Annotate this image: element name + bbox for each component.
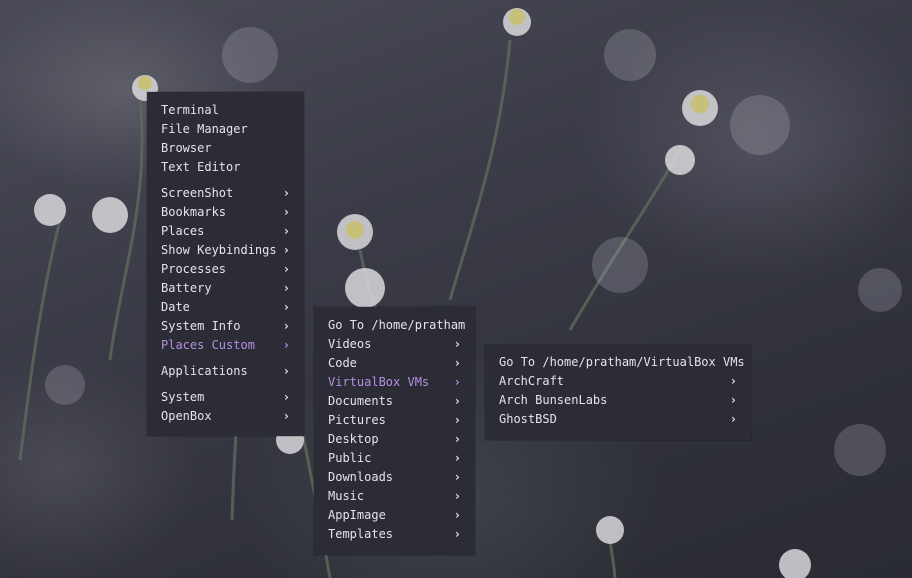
virtualbox-vms-item-archcraft[interactable]: ArchCraft › [499,372,737,391]
chevron-right-icon: › [729,374,737,388]
root-item-file-manager[interactable]: File Manager [161,120,290,139]
menu-item-label: ScreenShot [161,186,234,200]
root-item-system-info[interactable]: System Info › [161,317,290,336]
chevron-right-icon: › [282,319,290,333]
chevron-right-icon: › [282,409,290,423]
places-custom-item-go-to-home-pratham[interactable]: Go To /home/pratham [328,316,465,335]
virtualbox-vms-submenu: Go To /home/pratham/VirtualBox VMs ArchCr… [485,345,751,440]
chevron-right-icon: › [282,243,290,257]
chevron-right-icon: › [729,393,737,407]
root-item-show-keybindings[interactable]: Show Keybindings › [161,241,290,260]
root-menu: Terminal File Manager Browser Text Editor Sc… [147,92,304,436]
chevron-right-icon: › [282,364,290,378]
chevron-right-icon: › [453,394,461,408]
virtualbox-vms-item-arch-bunsenlabs[interactable]: Arch BunsenLabs › [499,391,737,410]
places-custom-item-documents[interactable]: Documents › [328,392,461,411]
menu-item-label: Bookmarks [161,205,227,219]
menu-item-label: Videos [328,337,372,351]
root-item-applications[interactable]: Applications › [161,362,290,381]
menu-item-label: Processes [161,262,227,276]
menu-item-label: VirtualBox VMs [328,375,430,389]
chevron-right-icon: › [453,337,461,351]
chevron-right-icon: › [282,281,290,295]
chevron-right-icon: › [282,300,290,314]
menu-item-label: Date [161,300,190,314]
root-item-screenshot[interactable]: ScreenShot › [161,184,290,203]
menu-item-label: System [161,390,205,404]
places-custom-item-appimage[interactable]: AppImage › [328,506,461,525]
menu-item-label: Places Custom [161,338,255,352]
chevron-right-icon: › [282,338,290,352]
places-custom-item-videos[interactable]: Videos › [328,335,461,354]
root-item-places-custom[interactable]: Places Custom › [161,336,290,355]
places-custom-item-public[interactable]: Public › [328,449,461,468]
menu-item-label: OpenBox [161,409,212,423]
virtualbox-vms-item-ghostbsd[interactable]: GhostBSD › [499,410,737,429]
chevron-right-icon: › [282,224,290,238]
menu-item-label: Templates [328,527,394,541]
root-item-processes[interactable]: Processes › [161,260,290,279]
chevron-right-icon: › [453,432,461,446]
menu-item-label: Code [328,356,357,370]
root-item-bookmarks[interactable]: Bookmarks › [161,203,290,222]
chevron-right-icon: › [282,262,290,276]
root-item-text-editor[interactable]: Text Editor [161,158,290,177]
chevron-right-icon: › [453,413,461,427]
menu-item-label: Documents [328,394,394,408]
root-item-browser[interactable]: Browser [161,139,290,158]
chevron-right-icon: › [282,390,290,404]
menu-item-label: Show Keybindings [161,243,277,257]
menu-item-label: AppImage [328,508,386,522]
menu-item-label: Terminal [161,103,219,117]
menu-item-label: Desktop [328,432,379,446]
menu-item-label: ArchCraft [499,374,565,388]
places-custom-item-virtualbox-vms[interactable]: VirtualBox VMs › [328,373,461,392]
places-custom-item-templates[interactable]: Templates › [328,525,461,544]
root-item-openbox[interactable]: OpenBox › [161,407,290,426]
menu-item-label: Pictures [328,413,386,427]
root-item-date[interactable]: Date › [161,298,290,317]
chevron-right-icon: › [453,375,461,389]
menu-item-label: Browser [161,141,212,155]
places-custom-submenu: Go To /home/pratham Videos › Code › VirtualBo… [314,307,475,555]
menu-item-label: Music [328,489,365,503]
places-custom-item-code[interactable]: Code › [328,354,461,373]
chevron-right-icon: › [453,489,461,503]
chevron-right-icon: › [453,451,461,465]
root-item-battery[interactable]: Battery › [161,279,290,298]
menu-item-label: Applications [161,364,248,378]
chevron-right-icon: › [453,527,461,541]
chevron-right-icon: › [282,186,290,200]
places-custom-item-desktop[interactable]: Desktop › [328,430,461,449]
root-item-places[interactable]: Places › [161,222,290,241]
chevron-right-icon: › [453,470,461,484]
places-custom-item-downloads[interactable]: Downloads › [328,468,461,487]
menu-item-label: Places [161,224,205,238]
menu-item-label: System Info [161,319,241,333]
menu-item-label: GhostBSD [499,412,557,426]
menu-item-label: File Manager [161,122,248,136]
virtualbox-vms-item-go-to-home-pratham-virtualbox-vms[interactable]: Go To /home/pratham/VirtualBox VMs [499,353,745,372]
menu-item-label: Public [328,451,372,465]
root-item-terminal[interactable]: Terminal [161,101,290,120]
chevron-right-icon: › [453,356,461,370]
places-custom-item-pictures[interactable]: Pictures › [328,411,461,430]
menu-item-label: Battery [161,281,212,295]
places-custom-item-music[interactable]: Music › [328,487,461,506]
menu-item-label: Go To /home/pratham/VirtualBox VMs [499,355,745,369]
menu-item-label: Go To /home/pratham [328,318,466,332]
menu-item-label: Arch BunsenLabs [499,393,608,407]
chevron-right-icon: › [453,508,461,522]
chevron-right-icon: › [282,205,290,219]
menu-item-label: Downloads [328,470,394,484]
chevron-right-icon: › [729,412,737,426]
menu-item-label: Text Editor [161,160,241,174]
root-item-system[interactable]: System › [161,388,290,407]
